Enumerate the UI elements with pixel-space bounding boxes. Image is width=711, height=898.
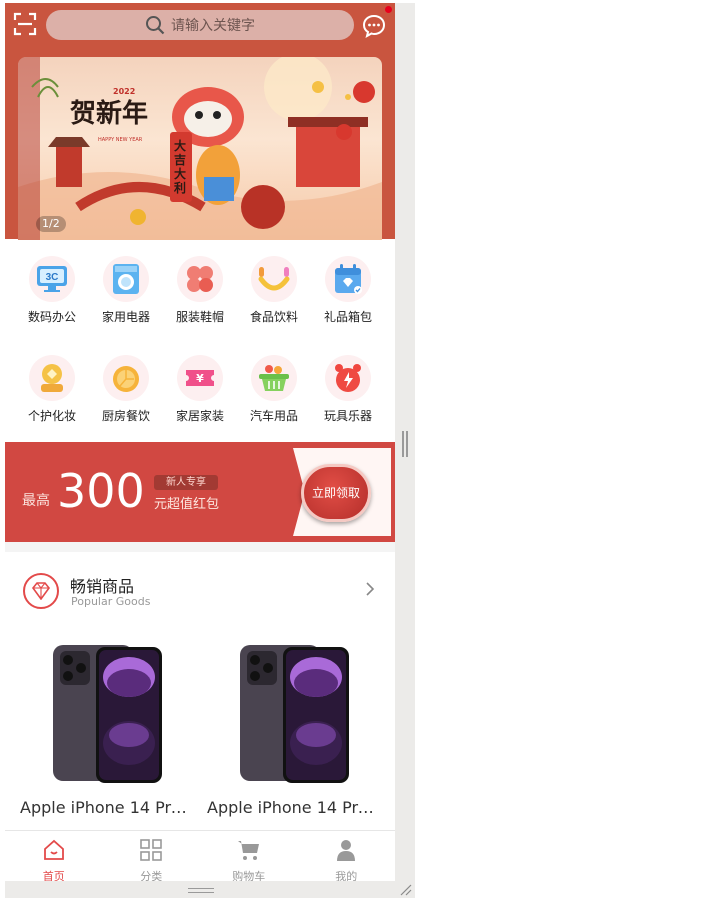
ticket-icon: ¥ xyxy=(177,355,223,401)
category-label: 个护化妆 xyxy=(27,409,76,423)
category-kitchen[interactable]: 厨房餐饮 xyxy=(91,355,161,424)
product-card[interactable]: Apple iPhone 14 Pro Max xyxy=(20,631,195,817)
product-card[interactable]: Apple iPhone 14 Pro Max xyxy=(207,631,382,817)
smile-bowl-icon xyxy=(251,256,297,302)
phone-screen: 请输入关键字 贺新年 2022 HAPPY NEW YEAR 大吉大利 1/2 … xyxy=(5,3,395,881)
product-image xyxy=(20,631,195,793)
product-image xyxy=(207,631,382,793)
message-button[interactable] xyxy=(362,14,386,38)
category-label: 家用电器 xyxy=(101,310,150,324)
section-divider xyxy=(5,542,395,552)
category-label: 礼品箱包 xyxy=(323,310,372,324)
tab-label: 分类 xyxy=(140,870,163,881)
home-icon xyxy=(43,839,64,860)
grid-icon xyxy=(140,839,163,861)
3c-monitor-icon: 3C xyxy=(29,256,75,302)
user-icon xyxy=(337,840,356,861)
tab-profile[interactable]: 我的 xyxy=(298,831,396,881)
bottom-tab-bar: 首页 分类 购物车 我的 xyxy=(5,830,395,881)
promo-banner[interactable]: 贺新年 2022 HAPPY NEW YEAR 大吉大利 xyxy=(18,57,382,240)
tab-label: 购物车 xyxy=(232,870,266,881)
category-personal-care[interactable]: 个护化妆 xyxy=(17,355,87,424)
coupon-tag: 新人专享 xyxy=(154,475,218,490)
category-label: 厨房餐饮 xyxy=(101,409,150,423)
category-home[interactable]: ¥ 家居家装 xyxy=(165,355,235,424)
chevron-right-icon xyxy=(366,582,375,596)
section-more-button[interactable] xyxy=(363,581,377,597)
tab-label: 我的 xyxy=(335,870,358,881)
tab-home[interactable]: 首页 xyxy=(5,831,103,881)
bottom-resize-grip[interactable] xyxy=(188,888,214,893)
tab-label: 首页 xyxy=(42,870,65,881)
chat-bubble-icon xyxy=(362,14,386,38)
banner-page-indicator: 1/2 xyxy=(36,216,66,232)
claim-coupon-button[interactable]: 立即领取 xyxy=(301,464,371,522)
alarm-clock-icon xyxy=(325,355,371,401)
diamond-icon xyxy=(23,573,59,609)
section-title: 畅销商品 xyxy=(70,577,135,596)
gift-calendar-icon xyxy=(325,256,371,302)
cosmetic-icon xyxy=(29,355,75,401)
coupon-amount: 300 xyxy=(57,464,145,518)
category-label: 汽车用品 xyxy=(249,409,298,423)
category-toys[interactable]: 玩具乐器 xyxy=(313,355,383,424)
svg-text:¥: ¥ xyxy=(196,372,204,385)
product-name: Apple iPhone 14 Pro Max xyxy=(207,798,382,817)
device-frame: 请输入关键字 贺新年 2022 HAPPY NEW YEAR 大吉大利 1/2 … xyxy=(5,3,415,898)
unread-dot xyxy=(385,6,392,13)
splitter-handle[interactable] xyxy=(402,431,408,457)
coupon-max-label: 最高 xyxy=(22,493,50,509)
basket-icon xyxy=(251,355,297,401)
category-auto[interactable]: 汽车用品 xyxy=(239,355,309,424)
banner-couplet: 大吉大利 xyxy=(174,139,187,195)
new-year-illustration xyxy=(18,57,382,240)
category-digital[interactable]: 3C 数码办公 xyxy=(17,256,87,325)
category-label: 玩具乐器 xyxy=(323,409,372,423)
search-bar[interactable]: 请输入关键字 xyxy=(46,10,354,40)
category-appliance[interactable]: 家用电器 xyxy=(91,256,161,325)
section-subtitle: Popular Goods xyxy=(71,595,151,608)
tab-category[interactable]: 分类 xyxy=(103,831,201,881)
orange-icon xyxy=(103,355,149,401)
scan-button[interactable] xyxy=(13,12,37,36)
new-user-coupon[interactable]: 最高 300 新人专享 元超值红包 立即领取 xyxy=(5,442,395,542)
banner-greeting: 贺新年 xyxy=(70,99,149,129)
search-icon xyxy=(146,16,165,35)
clover-icon xyxy=(177,256,223,302)
product-name: Apple iPhone 14 Pro Max xyxy=(20,798,195,817)
tab-cart[interactable]: 购物车 xyxy=(200,831,298,881)
banner-year: 2022 xyxy=(113,87,136,96)
category-label: 食品饮料 xyxy=(249,310,298,324)
svg-text:3C: 3C xyxy=(46,272,59,283)
category-label: 服装鞋帽 xyxy=(175,310,224,324)
category-clothing[interactable]: 服装鞋帽 xyxy=(165,256,235,325)
category-label: 数码办公 xyxy=(27,310,76,324)
cart-icon xyxy=(237,841,259,860)
banner-english: HAPPY NEW YEAR xyxy=(98,137,143,143)
scan-icon xyxy=(13,12,37,36)
category-gift[interactable]: 礼品箱包 xyxy=(313,256,383,325)
category-label: 家居家装 xyxy=(175,409,224,423)
category-food[interactable]: 食品饮料 xyxy=(239,256,309,325)
washing-machine-icon xyxy=(103,256,149,302)
search-placeholder: 请输入关键字 xyxy=(171,18,255,34)
resize-corner-icon[interactable] xyxy=(400,884,412,896)
coupon-description: 元超值红包 xyxy=(154,497,220,512)
